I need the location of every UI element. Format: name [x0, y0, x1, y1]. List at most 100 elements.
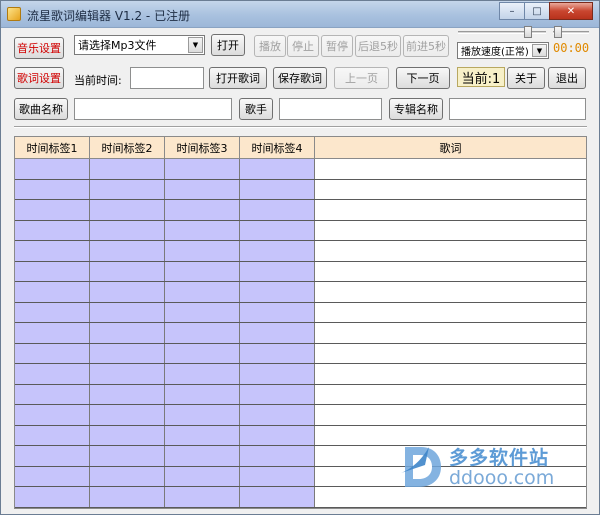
time-tag-cell[interactable] [90, 446, 165, 466]
time-tag-cell[interactable] [90, 343, 165, 363]
table-row[interactable] [15, 405, 586, 426]
lyric-cell[interactable] [315, 343, 586, 363]
album-name-button[interactable]: 专辑名称 [389, 98, 443, 120]
pause-button[interactable]: 暂停 [321, 35, 353, 57]
time-tag-cell[interactable] [90, 364, 165, 384]
time-tag-cell[interactable] [165, 487, 240, 507]
lyric-cell[interactable] [315, 364, 586, 384]
song-name-button[interactable]: 歌曲名称 [14, 98, 68, 120]
time-tag-cell[interactable] [240, 343, 315, 363]
maximize-button[interactable]: □ [524, 2, 550, 20]
song-name-input[interactable] [74, 98, 232, 120]
time-tag-cell[interactable] [240, 220, 315, 240]
time-tag-cell[interactable] [15, 487, 90, 507]
time-tag-cell[interactable] [15, 466, 90, 486]
time-tag-cell[interactable] [165, 466, 240, 486]
singer-button[interactable]: 歌手 [239, 98, 273, 120]
header-time-tag-1[interactable]: 时间标签1 [15, 137, 90, 158]
time-tag-cell[interactable] [15, 179, 90, 199]
time-tag-cell[interactable] [165, 425, 240, 445]
table-row[interactable] [15, 343, 586, 364]
time-tag-cell[interactable] [15, 200, 90, 220]
lyric-cell[interactable] [315, 487, 586, 507]
music-settings-button[interactable]: 音乐设置 [14, 37, 64, 59]
table-row[interactable] [15, 323, 586, 344]
volume-slider-thumb[interactable] [554, 26, 563, 38]
lyric-cell[interactable] [315, 323, 586, 343]
next-page-button[interactable]: 下一页 [396, 67, 450, 89]
open-file-button[interactable]: 打开 [211, 34, 245, 56]
time-tag-cell[interactable] [240, 364, 315, 384]
time-tag-cell[interactable] [15, 261, 90, 281]
time-tag-cell[interactable] [90, 200, 165, 220]
table-row[interactable] [15, 364, 586, 385]
time-tag-cell[interactable] [165, 179, 240, 199]
title-bar[interactable]: 流星歌词编辑器 V1.2 - 已注册 – □ ✕ [1, 1, 599, 28]
table-row[interactable] [15, 179, 586, 200]
about-button[interactable]: 关于 [507, 67, 545, 89]
time-tag-cell[interactable] [165, 261, 240, 281]
speed-slider-track[interactable] [458, 31, 546, 34]
time-tag-cell[interactable] [165, 200, 240, 220]
time-tag-cell[interactable] [90, 384, 165, 404]
time-tag-cell[interactable] [240, 261, 315, 281]
time-tag-cell[interactable] [240, 323, 315, 343]
time-tag-cell[interactable] [240, 466, 315, 486]
lyric-cell[interactable] [315, 405, 586, 425]
table-row[interactable] [15, 487, 586, 508]
table-row[interactable] [15, 261, 586, 282]
time-tag-cell[interactable] [15, 241, 90, 261]
time-tag-cell[interactable] [240, 282, 315, 302]
time-tag-cell[interactable] [165, 384, 240, 404]
play-button[interactable]: 播放 [254, 35, 286, 57]
time-tag-cell[interactable] [165, 282, 240, 302]
exit-button[interactable]: 退出 [548, 67, 586, 89]
time-tag-cell[interactable] [165, 302, 240, 322]
table-row[interactable] [15, 159, 586, 180]
time-tag-cell[interactable] [240, 179, 315, 199]
time-tag-cell[interactable] [90, 323, 165, 343]
prev-page-button[interactable]: 上一页 [334, 67, 389, 89]
time-tag-cell[interactable] [165, 323, 240, 343]
lyric-cell[interactable] [315, 446, 586, 466]
close-button[interactable]: ✕ [549, 2, 593, 20]
table-row[interactable] [15, 302, 586, 323]
mp3-file-select[interactable]: 请选择Mp3文件 ▼ [74, 35, 205, 55]
time-tag-cell[interactable] [90, 159, 165, 179]
current-time-input[interactable] [130, 67, 204, 89]
time-tag-cell[interactable] [240, 302, 315, 322]
lyric-cell[interactable] [315, 282, 586, 302]
lyric-cell[interactable] [315, 200, 586, 220]
rewind-5s-button[interactable]: 后退5秒 [355, 35, 401, 57]
time-tag-cell[interactable] [90, 302, 165, 322]
lyric-cell[interactable] [315, 241, 586, 261]
lyric-cell[interactable] [315, 220, 586, 240]
time-tag-cell[interactable] [15, 343, 90, 363]
playback-speed-select[interactable]: 播放速度(正常) ▼ [457, 42, 549, 59]
header-lyrics[interactable]: 歌词 [315, 137, 586, 158]
time-tag-cell[interactable] [90, 425, 165, 445]
time-tag-cell[interactable] [165, 159, 240, 179]
time-tag-cell[interactable] [15, 302, 90, 322]
forward-5s-button[interactable]: 前进5秒 [403, 35, 449, 57]
table-row[interactable] [15, 282, 586, 303]
time-tag-cell[interactable] [165, 405, 240, 425]
header-time-tag-4[interactable]: 时间标签4 [240, 137, 315, 158]
time-tag-cell[interactable] [15, 282, 90, 302]
lyrics-grid[interactable]: 时间标签1 时间标签2 时间标签3 时间标签4 歌词 [14, 136, 587, 509]
time-tag-cell[interactable] [15, 446, 90, 466]
time-tag-cell[interactable] [90, 466, 165, 486]
lyric-cell[interactable] [315, 302, 586, 322]
time-tag-cell[interactable] [240, 200, 315, 220]
time-tag-cell[interactable] [240, 159, 315, 179]
time-tag-cell[interactable] [165, 241, 240, 261]
time-tag-cell[interactable] [240, 384, 315, 404]
lyric-settings-button[interactable]: 歌词设置 [14, 67, 64, 89]
table-row[interactable] [15, 446, 586, 467]
singer-input[interactable] [279, 98, 382, 120]
time-tag-cell[interactable] [15, 159, 90, 179]
lyric-cell[interactable] [315, 261, 586, 281]
time-tag-cell[interactable] [90, 405, 165, 425]
open-lyrics-button[interactable]: 打开歌词 [209, 67, 267, 89]
time-tag-cell[interactable] [165, 343, 240, 363]
